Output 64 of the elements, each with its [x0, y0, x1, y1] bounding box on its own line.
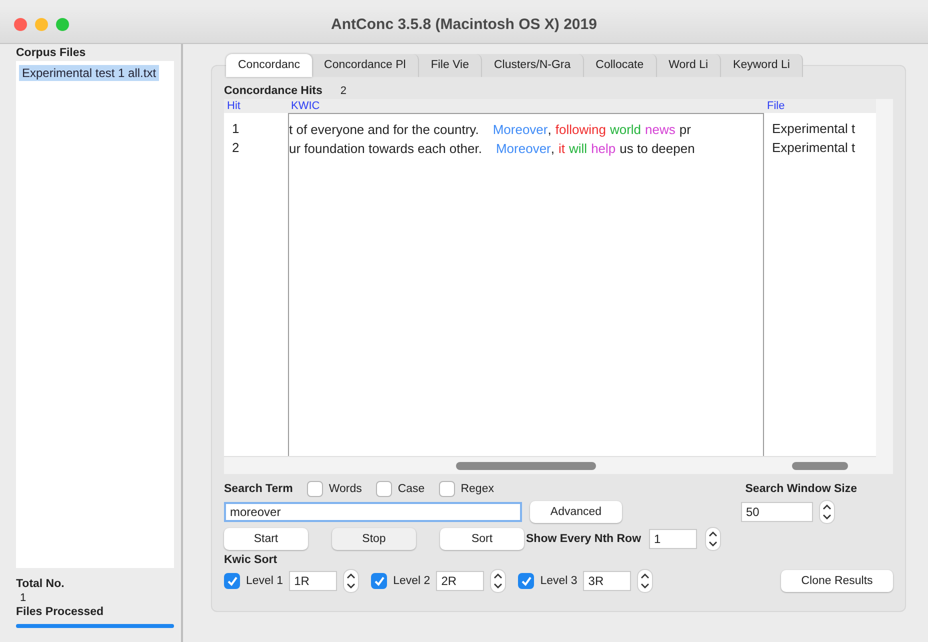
- kwic-sort-label: Kwic Sort: [224, 554, 278, 566]
- kwic-word: will: [569, 141, 588, 156]
- clone-results-button[interactable]: Clone Results: [781, 570, 893, 592]
- file-name: Experimental t: [771, 121, 856, 138]
- kwic-word: news: [645, 122, 676, 137]
- stepper-icon[interactable]: [343, 569, 360, 593]
- column-header: Hit: [224, 99, 288, 113]
- kwic-word: Moreover: [496, 141, 551, 156]
- left-context: ur foundation towards each other.: [289, 141, 482, 156]
- sort-level-field[interactable]: 2R: [436, 571, 484, 591]
- kwic-word: ,: [550, 141, 555, 156]
- checkbox-label: Level 2: [393, 575, 430, 587]
- stepper-icon[interactable]: [819, 500, 835, 524]
- action-button[interactable]: Start: [224, 528, 308, 550]
- scrollbar-thumb[interactable]: [456, 462, 596, 470]
- file-count: 1: [20, 592, 28, 604]
- checkbox-label: Level 3: [540, 575, 578, 587]
- kwic-word: Moreover: [492, 122, 548, 137]
- checkbox[interactable]: [306, 481, 323, 497]
- kwic-word: us to deepen: [620, 141, 695, 156]
- kwic-word: pr: [679, 122, 691, 137]
- sort-level-field[interactable]: 1R: [289, 571, 338, 591]
- checkbox[interactable]: [438, 481, 455, 497]
- stepper-icon[interactable]: [705, 527, 722, 551]
- checkbox[interactable]: [224, 573, 240, 589]
- column-header: KWIC: [288, 99, 764, 113]
- action-button[interactable]: Sort: [440, 528, 524, 550]
- stepper-icon[interactable]: [637, 569, 654, 593]
- window-size-field[interactable]: 50: [741, 502, 813, 522]
- search-field[interactable]: moreover: [224, 502, 522, 522]
- files-processed-label: Files Processed: [16, 606, 105, 618]
- window-size-label: Search Window Size: [745, 483, 857, 495]
- checkbox-label: Regex: [460, 483, 494, 495]
- checkbox[interactable]: [371, 573, 388, 589]
- hits-label: Concordance Hits: [224, 85, 322, 97]
- hit-number: 2: [231, 140, 240, 157]
- nth-row-label: Show Every Nth Row: [526, 533, 642, 545]
- advanced-button[interactable]: Advanced: [530, 501, 622, 523]
- left-context: t of everyone and for the country.: [289, 122, 479, 137]
- window-title: AntConc 3.5.8 (Macintosh OS X) 2019: [331, 16, 597, 33]
- checkbox[interactable]: [518, 573, 534, 589]
- kwic-word: following: [555, 122, 606, 137]
- corpus-files-heading: Corpus Files: [16, 47, 87, 59]
- checkbox-label: Level 1: [246, 575, 284, 587]
- kwic-word: it: [558, 141, 566, 156]
- search-term-label: Search Term: [224, 483, 293, 495]
- kwic-word: world: [610, 122, 642, 137]
- checkbox[interactable]: [376, 481, 392, 497]
- sort-level-field[interactable]: 3R: [583, 571, 632, 591]
- nth-row-field[interactable]: 1: [649, 529, 698, 549]
- stepper-icon[interactable]: [490, 569, 506, 593]
- hits-count: 2: [340, 85, 347, 97]
- corpus-file-item[interactable]: Experimental test 1 all.txt: [19, 65, 160, 81]
- scrollbar-thumb[interactable]: [792, 462, 848, 470]
- close-icon[interactable]: [14, 18, 27, 31]
- file-name: Experimental t: [771, 140, 856, 157]
- hit-number: 1: [231, 121, 240, 138]
- kwic-word: ,: [548, 122, 552, 137]
- tab[interactable]: Concordanc: [226, 54, 312, 77]
- total-heading: Total No.: [16, 578, 66, 590]
- kwic-word: help: [591, 141, 616, 156]
- checkbox-label: Case: [398, 483, 425, 495]
- checkbox-label: Words: [328, 483, 362, 495]
- column-header: File: [764, 99, 876, 113]
